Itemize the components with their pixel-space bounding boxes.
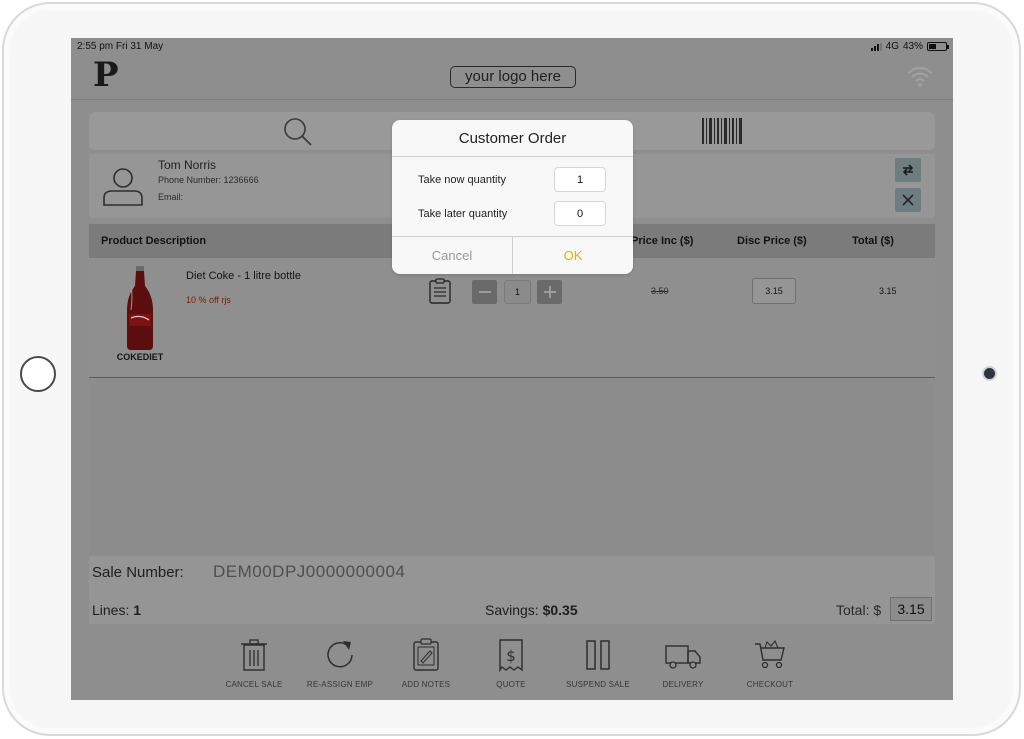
product-sku: COKEDIET bbox=[116, 352, 164, 362]
bottom-toolbar: CANCEL SALE RE-ASSIGN EMP ADD NOTES $ QU… bbox=[71, 634, 953, 700]
battery-icon bbox=[927, 42, 949, 51]
status-right: 4G 43% bbox=[870, 41, 949, 52]
cancel-sale-label: CANCEL SALE bbox=[225, 680, 283, 689]
col-product-description: Product Description bbox=[101, 235, 207, 247]
truck-icon bbox=[665, 645, 701, 669]
add-notes-label: ADD NOTES bbox=[401, 680, 451, 689]
table-row[interactable]: COKEDIET Diet Coke - 1 litre bottle 10 %… bbox=[89, 258, 935, 378]
notes-icon bbox=[413, 638, 439, 671]
user-avatar-icon bbox=[103, 168, 143, 206]
home-button bbox=[20, 356, 56, 392]
dialog-title: Customer Order bbox=[392, 120, 633, 157]
col-disc-price: Disc Price ($) bbox=[737, 235, 807, 247]
customer-phone: Phone Number: 1236666 bbox=[158, 175, 259, 185]
quote-receipt-icon: $ bbox=[499, 639, 523, 672]
pause-icon bbox=[586, 640, 610, 670]
sale-number-label: Sale Number: bbox=[92, 564, 184, 581]
total-label: Total: $ bbox=[836, 602, 882, 618]
plus-icon bbox=[543, 286, 556, 298]
lines-value: 1 bbox=[133, 602, 142, 618]
barcode-icon[interactable] bbox=[701, 117, 743, 145]
app-screen: 2:55 pm Fri 31 May 4G 43% P your logo he… bbox=[71, 38, 953, 700]
lines-label: Lines: bbox=[92, 602, 130, 618]
take-now-quantity-input[interactable] bbox=[554, 167, 606, 192]
col-total: Total ($) bbox=[852, 235, 894, 247]
checkout-label: CHECKOUT bbox=[746, 680, 794, 689]
trash-icon bbox=[241, 639, 267, 671]
customer-name: Tom Norris bbox=[158, 158, 217, 172]
take-later-quantity-input[interactable] bbox=[554, 201, 606, 226]
your-logo-placeholder: your logo here bbox=[450, 66, 576, 88]
increase-qty-button[interactable] bbox=[537, 280, 562, 304]
close-icon bbox=[902, 194, 914, 206]
dialog-actions: Cancel OK bbox=[392, 236, 633, 274]
price-inc-value: 3.50 bbox=[651, 286, 669, 296]
reassign-icon bbox=[327, 641, 353, 668]
savings-label: Savings: bbox=[485, 602, 539, 618]
suspend-sale-label: SUSPEND SALE bbox=[566, 680, 630, 689]
take-now-row: Take now quantity bbox=[392, 167, 633, 193]
lines-count: Lines: 1 bbox=[92, 602, 141, 618]
disc-price-field[interactable]: 3.15 bbox=[752, 278, 796, 304]
decrease-qty-button[interactable] bbox=[472, 280, 497, 304]
clipboard-notes-icon[interactable] bbox=[429, 278, 451, 304]
col-price-inc: Price Inc ($) bbox=[631, 235, 694, 247]
sale-number-value: DEM00DPJ0000000004 bbox=[213, 562, 406, 581]
signal-icon bbox=[870, 42, 882, 51]
ok-button[interactable]: OK bbox=[513, 237, 633, 274]
quantity-value[interactable]: 1 bbox=[504, 280, 531, 304]
remove-customer-button[interactable] bbox=[895, 188, 921, 212]
svg-text:$: $ bbox=[506, 647, 516, 665]
checkout-button[interactable]: CHECKOUT bbox=[730, 638, 810, 689]
status-time-date: 2:55 pm Fri 31 May bbox=[77, 41, 164, 52]
customer-email: Email: bbox=[158, 192, 184, 202]
product-name: Diet Coke - 1 litre bottle bbox=[186, 270, 301, 282]
quote-button[interactable]: $ QUOTE bbox=[471, 638, 551, 689]
delivery-button[interactable]: DELIVERY bbox=[643, 638, 723, 689]
status-bar: 2:55 pm Fri 31 May 4G 43% bbox=[71, 38, 953, 54]
sale-summary: Sale Number: DEM00DPJ0000000004 Lines: 1… bbox=[89, 556, 935, 624]
take-later-row: Take later quantity bbox=[392, 201, 633, 227]
reassign-emp-label: RE-ASSIGN EMP bbox=[306, 680, 374, 689]
savings-value: $0.35 bbox=[542, 602, 578, 618]
savings: Savings: $0.35 bbox=[485, 602, 578, 618]
quote-label: QUOTE bbox=[496, 680, 526, 689]
items-empty-area bbox=[89, 379, 935, 555]
add-notes-button[interactable]: ADD NOTES bbox=[386, 638, 466, 689]
swap-icon bbox=[902, 164, 914, 176]
cancel-button[interactable]: Cancel bbox=[392, 237, 513, 274]
take-now-label: Take now quantity bbox=[418, 174, 507, 186]
cancel-sale-button[interactable]: CANCEL SALE bbox=[214, 638, 294, 689]
app-header: P your logo here bbox=[71, 54, 953, 100]
network-type: 4G bbox=[885, 41, 899, 52]
camera-dot bbox=[984, 368, 995, 379]
suspend-sale-button[interactable]: SUSPEND SALE bbox=[558, 638, 638, 689]
product-promo: 10 % off rjs bbox=[186, 295, 231, 305]
wifi-icon bbox=[907, 67, 933, 87]
battery-percent: 43% bbox=[902, 41, 923, 52]
customer-order-dialog: Customer Order Take now quantity Take la… bbox=[392, 120, 633, 274]
battery-fill bbox=[929, 44, 936, 49]
product-image bbox=[127, 266, 153, 350]
delivery-label: DELIVERY bbox=[662, 680, 704, 689]
swap-customer-button[interactable] bbox=[895, 158, 921, 182]
cart-icon bbox=[755, 639, 785, 669]
take-later-label: Take later quantity bbox=[418, 208, 508, 220]
reassign-emp-button[interactable]: RE-ASSIGN EMP bbox=[300, 638, 380, 689]
search-icon[interactable] bbox=[281, 116, 315, 148]
line-total-value: 3.15 bbox=[879, 286, 897, 296]
total-value: 3.15 bbox=[890, 597, 932, 621]
minus-icon bbox=[478, 291, 491, 293]
brand-logo: P bbox=[93, 55, 119, 95]
